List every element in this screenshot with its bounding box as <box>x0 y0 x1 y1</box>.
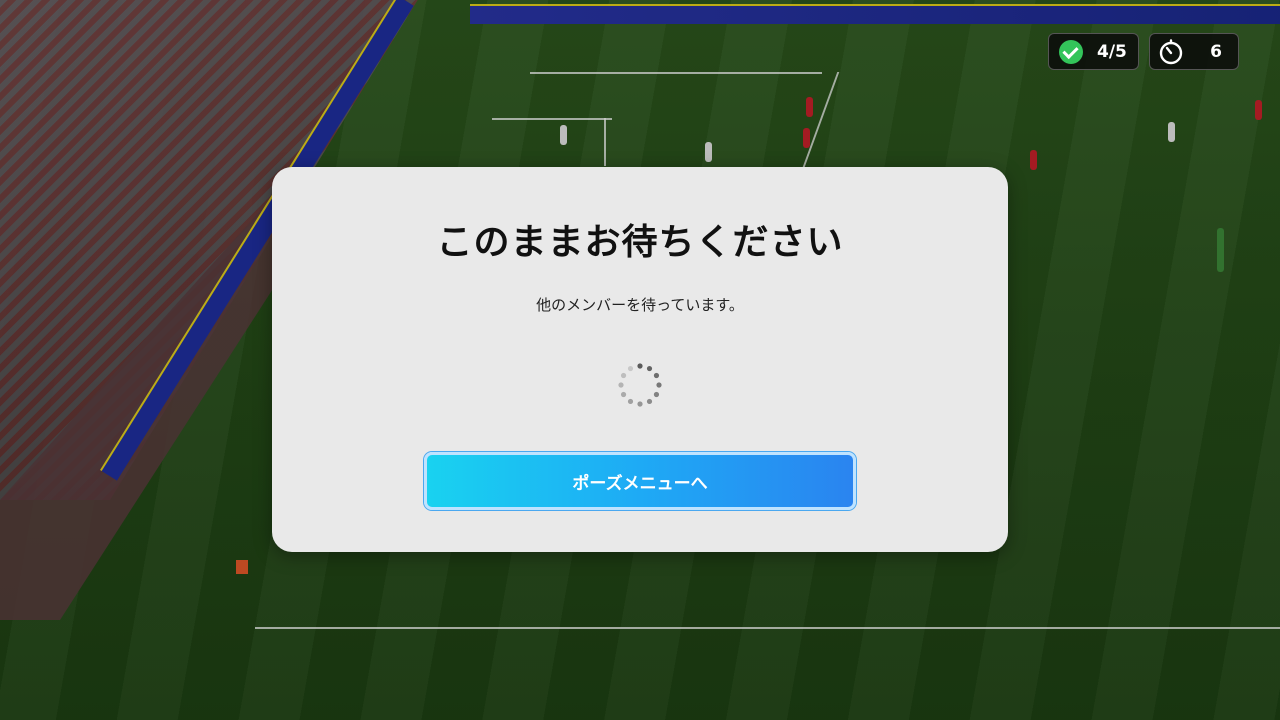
spinner-dot <box>637 363 643 369</box>
spinner-dot <box>620 372 627 379</box>
spinner-dot <box>646 365 653 372</box>
spinner-dot <box>637 401 643 407</box>
spinner-dot <box>646 398 653 405</box>
spinner-dot <box>653 391 660 398</box>
waiting-dialog: このままお待ちください 他のメンバーを待っています。 ポーズメニューへ <box>272 167 1008 552</box>
pause-menu-button[interactable]: ポーズメニューへ <box>424 452 856 510</box>
spinner-dot <box>627 365 634 372</box>
stopwatch-icon <box>1159 38 1183 64</box>
spinner-dot <box>653 372 660 379</box>
check-circle-icon <box>1059 39 1083 64</box>
countdown-timer: 6 <box>1149 33 1239 70</box>
ready-count-value: 4/5 <box>1097 41 1127 62</box>
dialog-title: このままお待ちください <box>436 222 844 263</box>
spinner-dot <box>620 391 627 398</box>
spinner-dot <box>618 382 624 388</box>
dialog-message: 他のメンバーを待っています。 <box>536 296 744 314</box>
ready-count-indicator: 4/5 <box>1048 33 1139 70</box>
spinner-dot <box>627 398 634 405</box>
timer-value: 6 <box>1210 41 1222 62</box>
loading-spinner-icon <box>618 363 662 407</box>
spinner-dot <box>656 382 662 388</box>
